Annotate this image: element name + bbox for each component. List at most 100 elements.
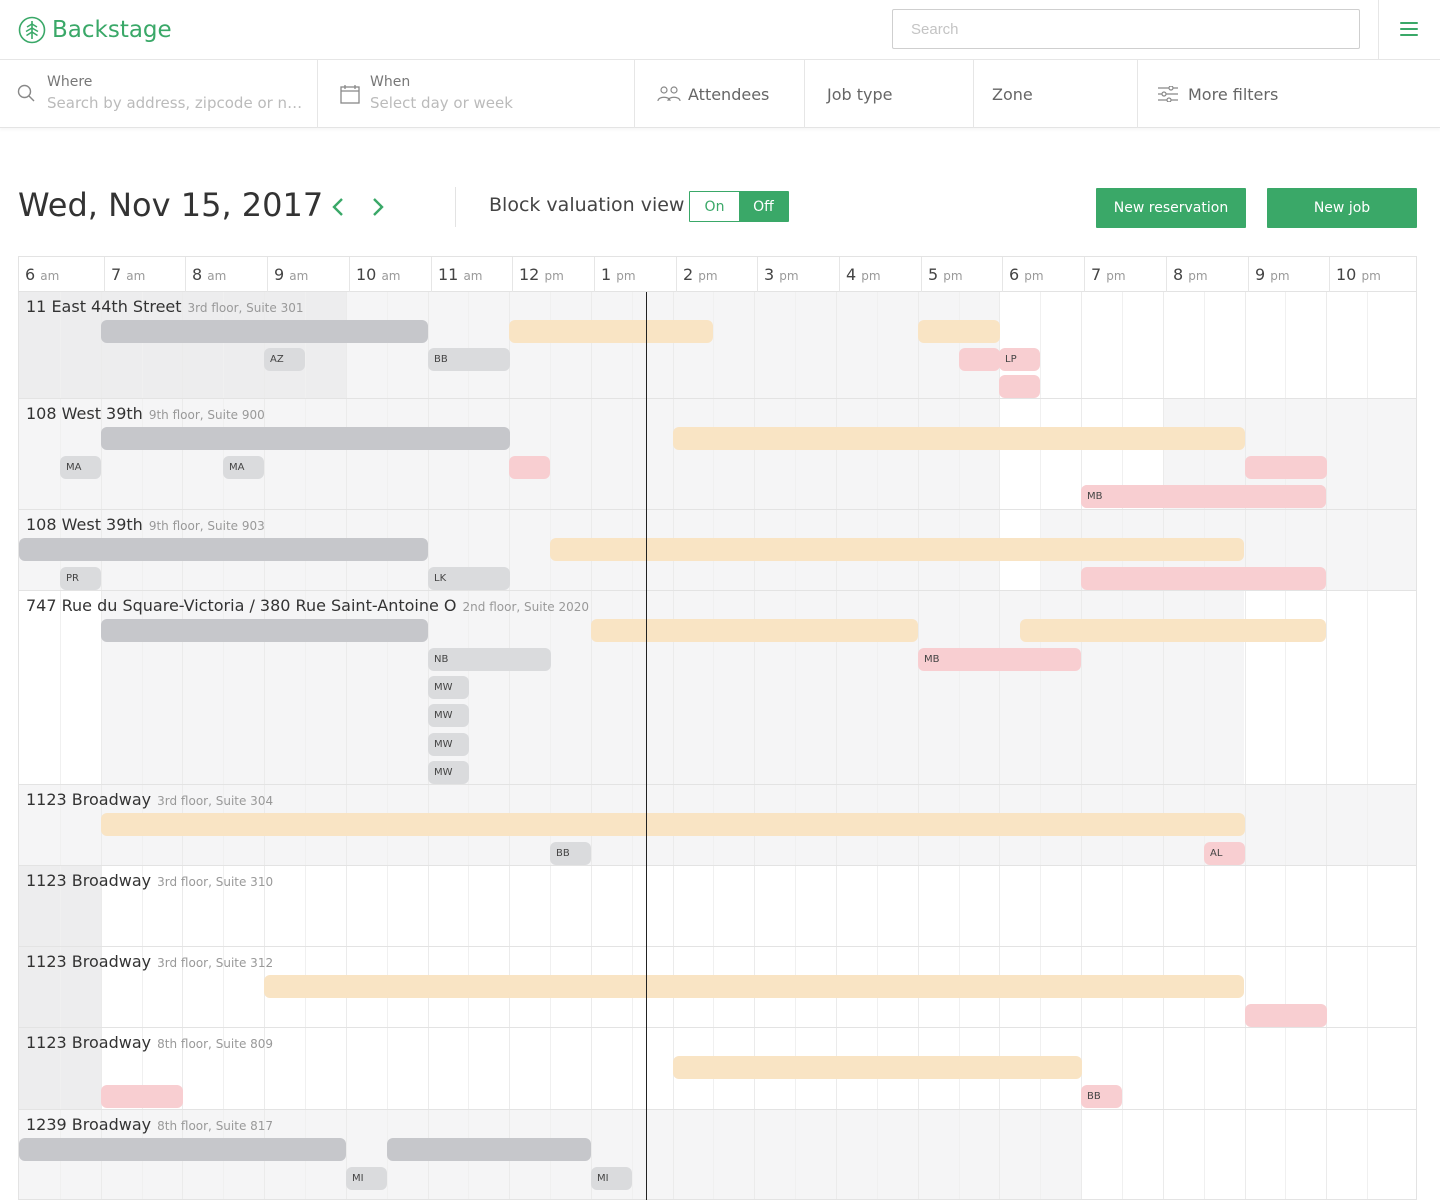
job-tag[interactable]: MA [223, 456, 264, 479]
grid-line [959, 591, 960, 784]
hour-label: 11 am [431, 257, 513, 292]
grid-line [591, 1028, 592, 1109]
grid-line [428, 292, 429, 398]
reservation-row[interactable]: 11 East 44th Street 3rd floor, Suite 301 A… [19, 292, 1416, 399]
job-tag[interactable]: BB [1081, 1085, 1122, 1108]
grid-line [632, 1028, 633, 1109]
reservation-row[interactable]: 1239 Broadway 8th floor, Suite 817 MI MI [19, 1110, 1416, 1200]
reservation-bar[interactable] [673, 1056, 1082, 1079]
grid-line [713, 866, 714, 946]
toggle-on-option[interactable]: On [690, 192, 739, 221]
job-tag[interactable]: MW [428, 733, 469, 756]
people-icon [657, 86, 681, 102]
grid-line [632, 1110, 633, 1199]
job-bar[interactable] [999, 375, 1040, 398]
hour-number: 5 [928, 265, 939, 284]
job-tag[interactable]: NB [428, 648, 551, 671]
job-tag[interactable]: MB [1081, 485, 1326, 508]
job-tag[interactable]: MW [428, 676, 469, 699]
job-tag[interactable]: BB [428, 348, 510, 371]
reservation-bar[interactable] [550, 538, 1244, 561]
job-tag[interactable]: MA [60, 456, 101, 479]
job-tag[interactable]: BB [550, 842, 591, 865]
job-bar[interactable] [1245, 1004, 1327, 1027]
job-tag[interactable]: MI [346, 1167, 387, 1190]
hour-meridiem: pm [861, 269, 881, 283]
where-placeholder[interactable]: Search by address, zipcode or nei... [47, 94, 309, 112]
grid-line [1367, 510, 1368, 590]
toggle-off-option[interactable]: Off [739, 192, 788, 221]
reservation-row[interactable]: 747 Rue du Square-Victoria / 380 Rue Sai… [19, 591, 1416, 785]
block-bar[interactable] [101, 320, 428, 343]
job-bar[interactable] [1245, 456, 1327, 479]
job-bar[interactable] [101, 1085, 183, 1108]
job-bar[interactable] [1081, 567, 1326, 590]
reservation-row[interactable]: 1123 Broadway 3rd floor, Suite 304 BB AL [19, 785, 1416, 866]
reservation-bar[interactable] [101, 813, 1245, 836]
job-tag[interactable]: PR [60, 567, 101, 590]
block-valuation-toggle[interactable]: On Off [689, 191, 789, 222]
new-reservation-button[interactable]: New reservation [1096, 188, 1246, 228]
job-tag[interactable]: MW [428, 761, 469, 784]
attendees-filter[interactable]: Attendees [635, 60, 805, 128]
chevron-left-icon[interactable] [331, 196, 345, 218]
reservation-bar[interactable] [509, 320, 713, 343]
reservation-row[interactable]: 1123 Broadway 8th floor, Suite 809 BB [19, 1028, 1416, 1110]
grid-line [1245, 1110, 1246, 1199]
grid-line [836, 292, 837, 398]
grid-line [1040, 399, 1041, 509]
grid-line [999, 1110, 1000, 1199]
block-bar[interactable] [101, 427, 510, 450]
reservation-bar[interactable] [1020, 619, 1326, 642]
reservation-row[interactable]: 1123 Broadway 3rd floor, Suite 310 [19, 866, 1416, 947]
job-tag[interactable]: LP [999, 348, 1040, 371]
grid-line [387, 292, 388, 398]
search-input[interactable] [892, 9, 1360, 49]
job-type-filter[interactable]: Job type [805, 60, 974, 128]
reservation-row[interactable]: 108 West 39th 9th floor, Suite 900 MA MA MB [19, 399, 1416, 510]
grid-line [1367, 785, 1368, 865]
job-tag[interactable]: MW [428, 704, 469, 727]
job-tag[interactable]: LK [428, 567, 510, 590]
job-tag[interactable]: AL [1204, 842, 1245, 865]
job-tag[interactable]: MI [591, 1167, 632, 1190]
reservation-bar[interactable] [264, 975, 1244, 998]
new-job-button[interactable]: New job [1267, 188, 1417, 228]
when-filter[interactable]: When Select day or week [318, 60, 635, 128]
more-filters[interactable]: More filters [1138, 60, 1440, 128]
chevron-right-icon[interactable] [371, 196, 385, 218]
when-placeholder[interactable]: Select day or week [370, 94, 620, 112]
block-bar[interactable] [19, 1138, 346, 1161]
job-bar[interactable] [959, 348, 1000, 371]
hour-label: 7 am [104, 257, 186, 292]
job-tag[interactable]: MB [918, 648, 1081, 671]
grid-line [1245, 292, 1246, 398]
job-bar[interactable] [509, 456, 550, 479]
reservation-row[interactable]: 1123 Broadway 3rd floor, Suite 312 [19, 947, 1416, 1028]
grid-line [836, 1110, 837, 1199]
search-icon [17, 84, 35, 102]
suite-text: 3rd floor, Suite 310 [157, 875, 274, 889]
grid-line [673, 1110, 674, 1199]
zone-filter[interactable]: Zone [974, 60, 1138, 128]
reservation-bar[interactable] [591, 619, 918, 642]
where-filter[interactable]: Where Search by address, zipcode or nei.… [0, 60, 318, 128]
reservation-row[interactable]: 108 West 39th 9th floor, Suite 903 PR LK [19, 510, 1416, 591]
hour-meridiem: pm [1106, 269, 1126, 283]
hamburger-menu-icon[interactable] [1400, 22, 1418, 38]
grid-line [918, 1110, 919, 1199]
block-bar[interactable] [387, 1138, 591, 1161]
grid-line [795, 866, 796, 946]
hour-number: 7 [1091, 265, 1102, 284]
reservation-bar[interactable] [673, 427, 1245, 450]
grid-line [918, 399, 919, 509]
logo[interactable]: Backstage [18, 15, 172, 45]
suite-text: 3rd floor, Suite 304 [157, 794, 274, 808]
reservation-bar[interactable] [918, 320, 1000, 343]
suite-text: 8th floor, Suite 817 [157, 1119, 274, 1133]
grid-line [632, 292, 633, 398]
job-tag[interactable]: AZ [264, 348, 305, 371]
block-bar[interactable] [19, 538, 428, 561]
hour-label: 3 pm [757, 257, 839, 292]
block-bar[interactable] [101, 619, 428, 642]
